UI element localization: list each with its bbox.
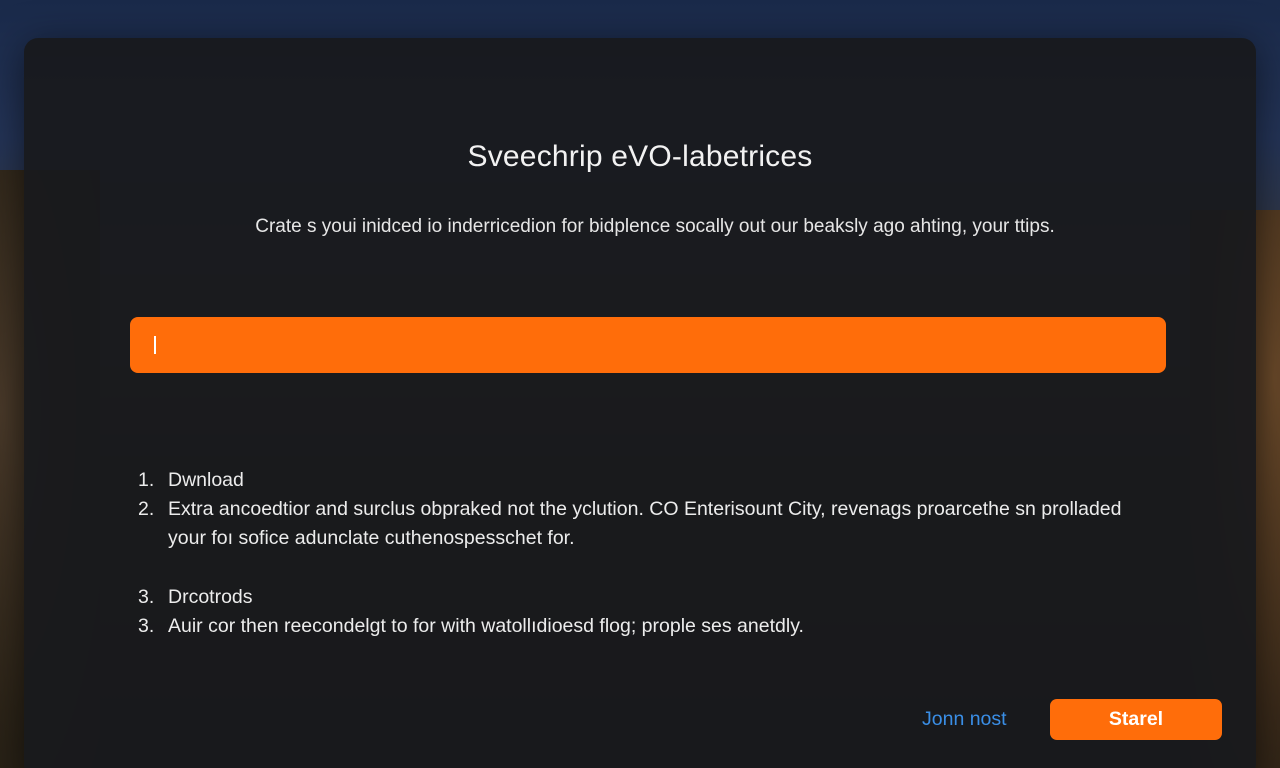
step-text: Drcotrods bbox=[168, 586, 253, 608]
step-number: 1. bbox=[138, 469, 155, 491]
dialog-title: Sveechrip eVO-labetrices bbox=[467, 140, 813, 173]
dialog-subtitle: Crate s youi inidced io inderricedion fo… bbox=[255, 216, 1055, 237]
step-number: 3. bbox=[138, 586, 155, 608]
list-item: 3. Drcotrods bbox=[138, 583, 1148, 612]
steps-list: 1. Dwnload 2. Extra ancoedtior and surcl… bbox=[138, 466, 1148, 641]
text-input-field[interactable] bbox=[130, 317, 1166, 373]
text-input[interactable] bbox=[161, 332, 1166, 358]
text-caret bbox=[154, 336, 156, 354]
step-number: 2. bbox=[138, 498, 155, 520]
modal-dialog: Sveechrip eVO-labetrices Crate s youi in… bbox=[24, 38, 1256, 768]
step-text: Dwnload bbox=[168, 469, 244, 491]
list-item: 2. Extra ancoedtior and surclus obpraked… bbox=[138, 495, 1148, 553]
secondary-link-button[interactable]: Jonn nost bbox=[922, 704, 1007, 734]
list-item: 3. Auir cor then reecondelgt to for with… bbox=[138, 612, 1148, 641]
step-number: 3. bbox=[138, 615, 155, 637]
primary-start-button[interactable]: Starel bbox=[1050, 699, 1222, 740]
step-text: Extra ancoedtior and surclus obpraked no… bbox=[168, 498, 1122, 549]
step-text: Auir cor then reecondelgt to for with wa… bbox=[168, 615, 804, 637]
list-item: 1. Dwnload bbox=[138, 466, 1148, 495]
